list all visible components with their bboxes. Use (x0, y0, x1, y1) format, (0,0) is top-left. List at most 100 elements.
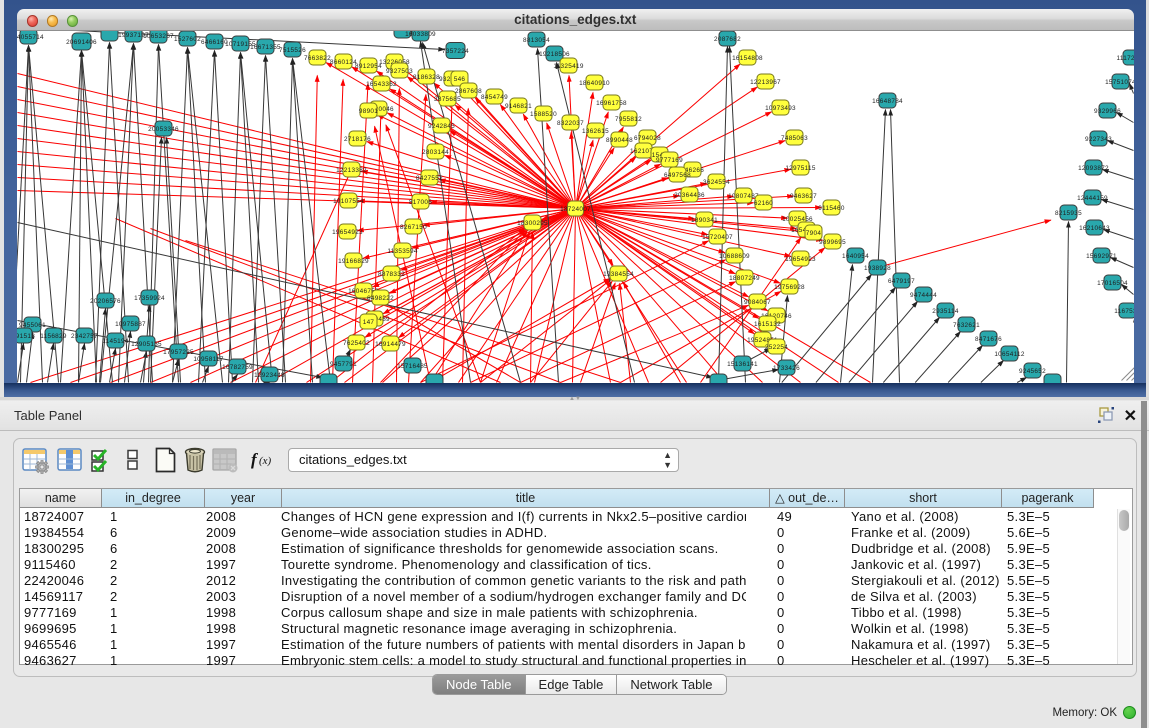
svg-text:147: 147 (362, 318, 374, 325)
svg-text:12923448: 12923448 (254, 371, 285, 378)
svg-text:1733426: 1733426 (773, 364, 800, 371)
svg-text:19654923: 19654923 (785, 255, 816, 262)
svg-text:18724007: 18724007 (560, 205, 591, 212)
svg-text:20206576: 20206576 (90, 297, 121, 304)
svg-text:8878332: 8878332 (378, 270, 405, 277)
svg-text:15716485: 15716485 (397, 362, 428, 369)
svg-text:15751074: 15751074 (1105, 78, 1134, 85)
svg-text:7955812: 7955812 (615, 115, 642, 122)
svg-text:10653267: 10653267 (143, 32, 174, 39)
svg-text:6498222: 6498222 (367, 294, 394, 301)
svg-text:15136141: 15136141 (727, 360, 758, 367)
svg-text:2718176: 2718176 (344, 135, 371, 142)
svg-text:7515526: 7515526 (279, 46, 306, 53)
svg-text:12093872: 12093872 (1078, 164, 1109, 171)
svg-text:8215935: 8215935 (1055, 209, 1082, 216)
svg-text:8267150: 8267150 (400, 223, 427, 230)
svg-text:9327503: 9327503 (386, 67, 413, 74)
svg-text:10975887: 10975887 (115, 320, 146, 327)
svg-text:1938928: 1938928 (864, 264, 891, 271)
svg-text:16154808: 16154808 (732, 54, 763, 61)
svg-text:10973493: 10973493 (765, 104, 796, 111)
svg-text:12213382: 12213382 (336, 166, 367, 173)
svg-text:2087682: 2087682 (714, 35, 741, 42)
svg-text:1156829: 1156829 (40, 332, 67, 339)
svg-text:16033809: 16033809 (405, 31, 436, 38)
svg-text:6466160: 6466160 (201, 38, 228, 45)
svg-text:16914479: 16914479 (375, 340, 406, 347)
svg-text:f: f (251, 450, 259, 469)
svg-text:15720407: 15720407 (702, 233, 733, 240)
svg-text:9115460: 9115460 (818, 204, 845, 211)
svg-text:9777169: 9777169 (656, 156, 683, 163)
svg-text:8660124: 8660124 (330, 58, 357, 65)
svg-text:8813054: 8813054 (523, 36, 550, 43)
svg-text:62160: 62160 (753, 199, 772, 206)
svg-text:16543362: 16543362 (366, 80, 397, 87)
svg-text:3875685: 3875685 (434, 95, 461, 102)
svg-text:6497568: 6497568 (664, 171, 691, 178)
svg-text:12975115: 12975115 (785, 164, 816, 171)
svg-text:20053346: 20053346 (148, 125, 179, 132)
svg-text:(x): (x) (259, 455, 272, 467)
svg-text:546: 546 (453, 75, 465, 82)
svg-text:9146821: 9146821 (505, 102, 532, 109)
svg-text:17957225: 17957225 (163, 348, 194, 355)
svg-text:8322037: 8322037 (557, 119, 584, 126)
svg-text:9084067: 9084067 (744, 298, 771, 305)
svg-text:1145194: 1145194 (102, 337, 129, 344)
svg-text:16671355: 16671355 (250, 43, 281, 50)
svg-text:817006: 817006 (408, 198, 431, 205)
svg-text:7357224: 7357224 (442, 47, 469, 54)
svg-text:1588520: 1588520 (530, 110, 557, 117)
svg-text:6479197: 6479197 (888, 277, 915, 284)
svg-text:18640910: 18640910 (579, 79, 610, 86)
svg-text:1167533: 1167533 (1114, 307, 1134, 314)
svg-text:7625402: 7625402 (343, 339, 370, 346)
svg-text:9227343: 9227343 (1085, 135, 1112, 142)
svg-text:9474444: 9474444 (910, 291, 937, 298)
svg-text:6794028: 6794028 (634, 134, 661, 141)
svg-text:9242845: 9242845 (428, 122, 455, 129)
svg-text:2867608: 2867608 (455, 87, 482, 94)
svg-text:17359924: 17359924 (134, 294, 165, 301)
svg-text:17016504: 17016504 (1097, 279, 1128, 286)
svg-text:12905135: 12905135 (131, 340, 162, 347)
svg-text:12444159: 12444159 (1077, 194, 1108, 201)
svg-text:15692971: 15692971 (1086, 252, 1117, 259)
svg-text:9899695: 9899695 (819, 238, 846, 245)
svg-text:98901: 98901 (358, 107, 377, 114)
svg-text:1362615: 1362615 (582, 127, 609, 134)
svg-text:8990448: 8990448 (606, 136, 633, 143)
svg-text:7904: 7904 (805, 229, 821, 236)
svg-text:7663822: 7663822 (304, 54, 331, 61)
svg-text:9329966: 9329966 (1094, 107, 1121, 114)
svg-text:8471676: 8471676 (975, 335, 1002, 342)
svg-text:7485063: 7485063 (781, 134, 808, 141)
svg-text:19654923: 19654923 (332, 228, 363, 235)
svg-text:10654112: 10654112 (994, 350, 1025, 357)
svg-text:8186328: 8186328 (413, 73, 440, 80)
svg-text:9457791: 9457791 (330, 360, 357, 367)
svg-text:14055714: 14055714 (17, 33, 44, 40)
svg-text:10688609: 10688609 (719, 252, 750, 259)
svg-text:16210643: 16210643 (1079, 224, 1110, 231)
svg-text:252254: 252254 (764, 343, 787, 350)
svg-text:1527602: 1527602 (174, 35, 201, 42)
svg-text:11353594: 11353594 (387, 247, 418, 254)
svg-text:3624554: 3624554 (703, 178, 730, 185)
svg-text:18807249: 18807249 (729, 274, 760, 281)
svg-text:2803144: 2803144 (422, 148, 449, 155)
svg-text:19166829: 19166829 (338, 257, 369, 264)
svg-text:9245652: 9245652 (1019, 367, 1046, 374)
svg-text:9463627: 9463627 (790, 192, 817, 199)
svg-text:8912954: 8912954 (355, 62, 382, 69)
svg-text:10107554: 10107554 (333, 197, 364, 204)
svg-text:7632621: 7632621 (953, 321, 980, 328)
svg-text:8427552: 8427552 (416, 174, 443, 181)
svg-text:20691406: 20691406 (66, 38, 97, 45)
svg-text:11325419: 11325419 (553, 62, 584, 69)
svg-text:1615132: 1615132 (754, 320, 781, 327)
svg-text:1640954: 1640954 (842, 252, 869, 259)
svg-text:2342757: 2342757 (71, 332, 98, 339)
